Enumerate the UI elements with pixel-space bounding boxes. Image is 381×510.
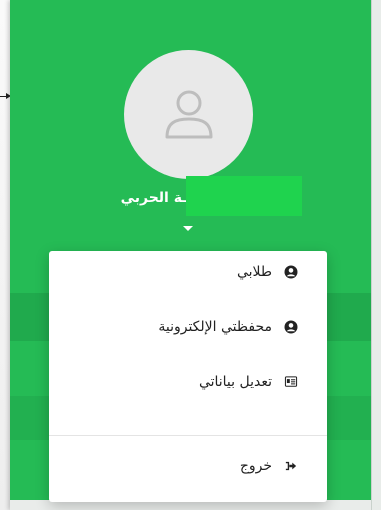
menu-item-wallet[interactable]: محفظتي الإلكترونية bbox=[0, 313, 298, 341]
menu-item-label: تعديل بياناتي bbox=[198, 374, 272, 390]
profile-name: ـة الحربي bbox=[120, 190, 187, 206]
menu-divider bbox=[49, 435, 327, 436]
sign-out-icon bbox=[284, 459, 298, 473]
user-circle-icon bbox=[284, 265, 298, 279]
right-page-edge bbox=[371, 0, 381, 510]
caret-down-icon[interactable] bbox=[183, 226, 193, 231]
menu-item-edit-profile[interactable]: تعديل بياناتي bbox=[0, 368, 298, 396]
menu-item-label: طلابي bbox=[236, 264, 272, 280]
menu-item-label: محفظتي الإلكترونية bbox=[158, 319, 272, 335]
profile-name-toggle[interactable]: ـة الحربي bbox=[60, 176, 305, 216]
name-redaction-box bbox=[186, 176, 302, 216]
menu-item-logout[interactable]: خروج bbox=[0, 452, 298, 480]
screen: ـة الحربي طلابي محفظتي الإلكترونية تعديل… bbox=[0, 0, 381, 510]
menu-item-label: خروج bbox=[239, 458, 272, 474]
id-card-icon bbox=[284, 375, 298, 389]
menu-item-my-students[interactable]: طلابي bbox=[0, 258, 298, 286]
user-circle-icon bbox=[284, 320, 298, 334]
avatar[interactable] bbox=[124, 50, 253, 179]
user-outline-icon bbox=[165, 90, 212, 138]
